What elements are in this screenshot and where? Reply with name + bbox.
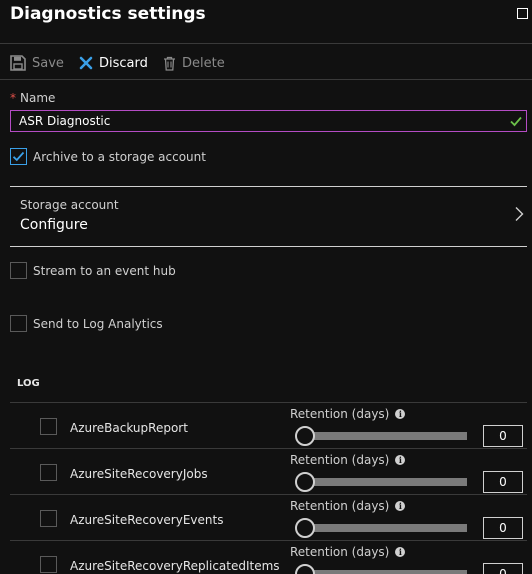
retention-slider-track[interactable]	[300, 524, 467, 532]
delete-label: Delete	[182, 55, 225, 71]
log-analytics-label: Send to Log Analytics	[33, 316, 163, 331]
log-category-name: AzureSiteRecoveryReplicatedItems	[70, 559, 280, 573]
event-hub-option[interactable]: Stream to an event hub	[10, 262, 176, 279]
valid-check-icon	[510, 116, 522, 127]
retention-slider-handle[interactable]	[295, 564, 315, 574]
retention-days-input[interactable]: 0	[483, 425, 523, 447]
page-title: Diagnostics settings	[10, 4, 206, 24]
log-category-name: AzureSiteRecoveryEvents	[70, 513, 224, 527]
retention-slider-handle[interactable]	[295, 518, 315, 538]
retention-slider-handle[interactable]	[295, 472, 315, 492]
maximize-icon[interactable]	[517, 8, 528, 19]
retention-slider-track[interactable]	[300, 570, 467, 574]
log-analytics-checkbox[interactable]	[10, 315, 27, 332]
archive-storage-option[interactable]: Archive to a storage account	[10, 148, 206, 165]
required-marker: *	[10, 91, 16, 105]
name-field[interactable]	[10, 110, 527, 132]
trash-icon	[164, 56, 175, 71]
retention-slider-handle[interactable]	[295, 426, 315, 446]
delete-button[interactable]: Delete	[163, 53, 225, 73]
log-category-row: AzureSiteRecoveryEvents Retention (days)…	[10, 495, 527, 541]
retention-slider-track[interactable]	[300, 432, 467, 440]
discard-label: Discard	[99, 55, 148, 71]
log-category-name: AzureSiteRecoveryJobs	[70, 467, 208, 481]
close-icon	[79, 56, 93, 70]
name-field-label: * Name	[10, 91, 55, 105]
retention-slider-track[interactable]	[300, 478, 467, 486]
log-category-row: AzureSiteRecoveryReplicatedItems Retenti…	[10, 541, 527, 574]
save-label: Save	[32, 55, 64, 71]
chevron-right-icon	[515, 207, 524, 221]
log-section-heading: LOG	[17, 378, 40, 389]
retention-label: Retention (days) i	[290, 407, 406, 421]
log-category-checkbox[interactable]	[40, 556, 57, 573]
event-hub-checkbox[interactable]	[10, 262, 27, 279]
save-icon	[10, 55, 26, 71]
blade-header: Diagnostics settings	[0, 0, 532, 44]
checkmark-icon	[12, 151, 25, 162]
event-hub-label: Stream to an event hub	[33, 263, 176, 278]
discard-button[interactable]: Discard	[79, 53, 148, 73]
retention-label: Retention (days) i	[290, 499, 406, 513]
archive-label: Archive to a storage account	[33, 149, 206, 164]
retention-days-input[interactable]: 0	[483, 563, 523, 574]
storage-account-selector[interactable]: Storage account Configure	[10, 186, 527, 247]
retention-label-text: Retention (days)	[290, 453, 390, 467]
log-analytics-option[interactable]: Send to Log Analytics	[10, 315, 163, 332]
info-icon[interactable]: i	[395, 409, 406, 419]
save-button[interactable]: Save	[10, 53, 64, 73]
command-bar: Save Discard Delete	[0, 45, 532, 80]
retention-days-input[interactable]: 0	[483, 517, 523, 539]
info-icon[interactable]: i	[395, 455, 406, 465]
retention-label-text: Retention (days)	[290, 407, 390, 421]
retention-label: Retention (days) i	[290, 545, 406, 559]
retention-days-input[interactable]: 0	[483, 471, 523, 493]
name-label-text: Name	[20, 91, 56, 105]
retention-label: Retention (days) i	[290, 453, 406, 467]
name-input[interactable]	[11, 111, 501, 131]
log-category-checkbox[interactable]	[40, 510, 57, 527]
log-category-row: AzureBackupReport Retention (days) i 0	[10, 403, 527, 449]
log-category-checkbox[interactable]	[40, 464, 57, 481]
log-category-name: AzureBackupReport	[70, 421, 188, 435]
retention-label-text: Retention (days)	[290, 499, 390, 513]
log-category-checkbox[interactable]	[40, 418, 57, 435]
log-category-row: AzureSiteRecoveryJobs Retention (days) i …	[10, 449, 527, 495]
storage-account-label: Storage account	[20, 198, 119, 212]
info-icon[interactable]: i	[395, 501, 406, 511]
info-icon[interactable]: i	[395, 547, 406, 557]
storage-account-value: Configure	[20, 217, 88, 233]
retention-label-text: Retention (days)	[290, 545, 390, 559]
archive-checkbox[interactable]	[10, 148, 27, 165]
